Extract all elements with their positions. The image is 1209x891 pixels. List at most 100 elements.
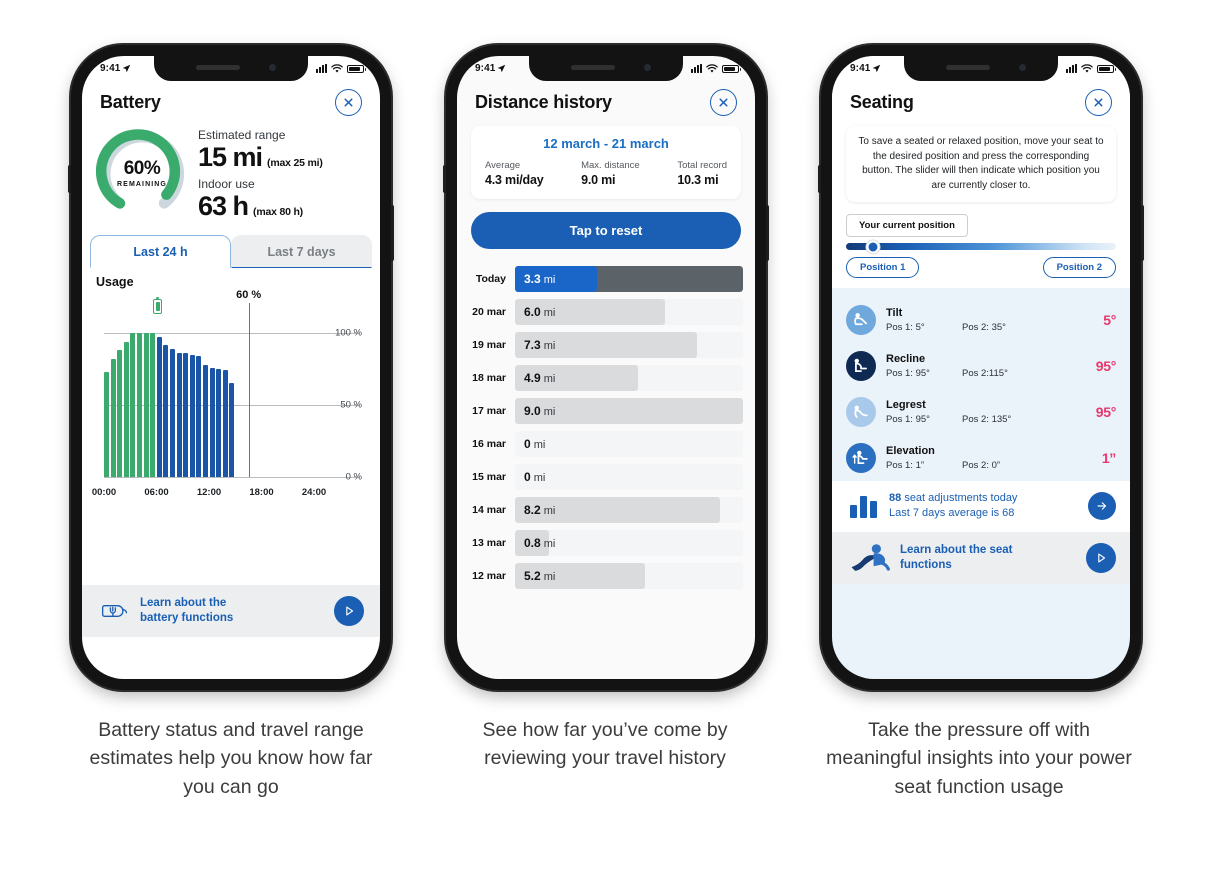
- indoor-use-value: 63 h: [198, 191, 249, 222]
- learn-battery-banner[interactable]: Learn about the battery functions: [82, 585, 380, 637]
- chart-bar: [176, 353, 182, 477]
- chart-bar: [189, 354, 195, 477]
- distance-unit: mi: [530, 438, 546, 451]
- seat-adjustments-detail-button[interactable]: [1088, 492, 1116, 521]
- distance-number: 0: [524, 469, 531, 484]
- chart-plot-area: 100 % 50 % 0 % 60 %: [104, 289, 362, 482]
- gauge-percent: 60%: [123, 158, 161, 180]
- distance-unit: mi: [540, 306, 556, 319]
- seat-position-2: Pos 2: 135°: [962, 413, 1012, 425]
- distance-row[interactable]: Today 3.3 mi: [469, 262, 743, 295]
- marketing-screenshot-board: 9:41 Battery 60% REMAINING Estimated ran…: [0, 0, 1209, 891]
- caption-line: reviewing your travel history: [484, 747, 726, 770]
- cellular-signal-icon: [691, 64, 702, 73]
- distance-day-label: 20 mar: [472, 305, 506, 318]
- chart-bar: [183, 353, 189, 477]
- indoor-use-max: (max 80 h): [253, 206, 303, 219]
- tap-to-reset-button[interactable]: Tap to reset: [471, 212, 741, 249]
- distance-row[interactable]: 19 mar 7.3 mi: [469, 328, 743, 361]
- battery-marker-icon: [153, 296, 163, 314]
- close-icon: [1094, 98, 1103, 107]
- play-battery-video-button[interactable]: [334, 596, 364, 626]
- battery-hero: 60% REMAINING Estimated range 15 mi (max…: [82, 126, 380, 235]
- chart-bar: [123, 341, 129, 477]
- seat-function-row[interactable]: Elevation Pos 1: 1” Pos 2: 0” 1”: [832, 435, 1130, 481]
- summary-stat-value: 4.3 mi/day: [485, 173, 544, 187]
- chart-bar: [209, 367, 215, 477]
- distance-day-label: 12 mar: [472, 569, 506, 582]
- status-clock: 9:41: [475, 63, 506, 74]
- distance-row[interactable]: 14 mar 8.2 mi: [469, 493, 743, 526]
- estimated-range-max: (max 25 mi): [267, 157, 323, 169]
- summary-stat: Total record 10.3 mi: [677, 160, 727, 187]
- seat-elevation-icon: [846, 443, 876, 473]
- learn-seat-text: Learn about the seat functions: [900, 543, 1078, 573]
- learn-seat-line2: functions: [900, 558, 952, 571]
- distance-value: 8.2 mi: [524, 503, 555, 517]
- seat-function-info: Tilt Pos 1: 5° Pos 2: 35°: [886, 307, 1093, 333]
- summary-stat-value: 9.0 mi: [581, 173, 616, 187]
- caption-battery: Battery status and travel range estimates…: [60, 716, 402, 801]
- location-arrow-icon: [873, 64, 881, 73]
- position-slider[interactable]: [846, 240, 1116, 253]
- summary-stat: Average 4.3 mi/day: [485, 160, 544, 187]
- tab-last-24h[interactable]: Last 24 h: [90, 234, 231, 268]
- chart-bar: [196, 356, 202, 477]
- chart-bar: [130, 333, 136, 477]
- battery-metrics: Estimated range 15 mi (max 25 mi) Indoor…: [198, 126, 323, 221]
- status-clock: 9:41: [100, 63, 131, 74]
- status-time: 9:41: [100, 63, 121, 74]
- close-button[interactable]: [710, 89, 737, 116]
- distance-unit: mi: [540, 372, 556, 385]
- seat-function-positions: Pos 1: 95° Pos 2:115°: [886, 368, 1086, 379]
- distance-row[interactable]: 12 mar 5.2 mi: [469, 559, 743, 592]
- close-icon: [719, 98, 728, 107]
- distance-number: 8.2: [524, 502, 541, 517]
- seat-function-row[interactable]: Legrest Pos 1: 95° Pos 2: 135° 95°: [832, 389, 1130, 435]
- distance-row[interactable]: 16 mar 0 mi: [469, 427, 743, 460]
- distance-row[interactable]: 18 mar 4.9 mi: [469, 361, 743, 394]
- slider-knob[interactable]: [866, 240, 880, 253]
- close-button[interactable]: [335, 89, 362, 116]
- distance-value: 4.9 mi: [524, 371, 555, 385]
- seat-function-positions: Pos 1: 95° Pos 2: 135°: [886, 414, 1086, 425]
- status-indicators: [691, 63, 741, 74]
- seat-position-1: Pos 1: 95°: [886, 367, 930, 379]
- tab-last-7-days[interactable]: Last 7 days: [231, 234, 372, 268]
- seat-function-row[interactable]: Recline Pos 1: 95° Pos 2:115° 95°: [832, 343, 1130, 389]
- caption-distance: See how far you’ve come by reviewing your…: [440, 716, 770, 773]
- position-1-button[interactable]: Position 1: [846, 257, 920, 278]
- close-button[interactable]: [1085, 89, 1112, 116]
- distance-body: 9:41 Distance history 12 march - 21 marc…: [457, 56, 755, 679]
- distance-row[interactable]: 13 mar 0.8 mi: [469, 526, 743, 559]
- learn-seat-banner[interactable]: Learn about the seat functions: [832, 531, 1130, 584]
- seat-function-name: Recline: [886, 353, 926, 366]
- seating-instructions-card: To save a seated or relaxed position, mo…: [846, 126, 1116, 202]
- distance-value: 9.0 mi: [524, 404, 555, 418]
- distance-row[interactable]: 15 mar 0 mi: [469, 460, 743, 493]
- screen-battery: 9:41 Battery 60% REMAINING Estimated ran…: [82, 56, 380, 679]
- seat-function-row[interactable]: Tilt Pos 1: 5° Pos 2: 35° 5°: [832, 297, 1130, 343]
- distance-row[interactable]: 20 mar 6.0 mi: [469, 295, 743, 328]
- seat-function-name: Elevation: [886, 445, 935, 458]
- position-2-button[interactable]: Position 2: [1042, 257, 1116, 278]
- distance-bar-track: 6.0 mi: [515, 298, 743, 325]
- chart-gridline: [104, 476, 360, 478]
- play-seat-video-button[interactable]: [1086, 542, 1116, 573]
- distance-value: 0.8 mi: [524, 536, 555, 550]
- seating-body: 9:41 Seating To save a seated or relaxed…: [832, 56, 1130, 679]
- chart-bar: [104, 371, 109, 477]
- distance-row[interactable]: 17 mar 9.0 mi: [469, 394, 743, 427]
- caption-seating: Take the pressure off with meaningful ins…: [795, 716, 1163, 801]
- caption-line: Take the pressure off with: [868, 719, 1090, 741]
- distance-unit: mi: [540, 570, 556, 583]
- position-buttons: Position 1 Position 2: [846, 257, 1116, 278]
- chart-bar: [163, 344, 169, 477]
- seating-header: Seating: [832, 81, 1130, 126]
- seat-function-info: Elevation Pos 1: 1” Pos 2: 0”: [886, 445, 1092, 471]
- seat-adjustments-banner[interactable]: 88 seat adjustments today Last 7 days av…: [832, 481, 1130, 532]
- status-bar: 9:41: [832, 56, 1130, 81]
- chart-x-tick: 24:00: [301, 486, 327, 498]
- battery-status-icon: [347, 64, 366, 73]
- bar-chart-icon: [850, 494, 877, 519]
